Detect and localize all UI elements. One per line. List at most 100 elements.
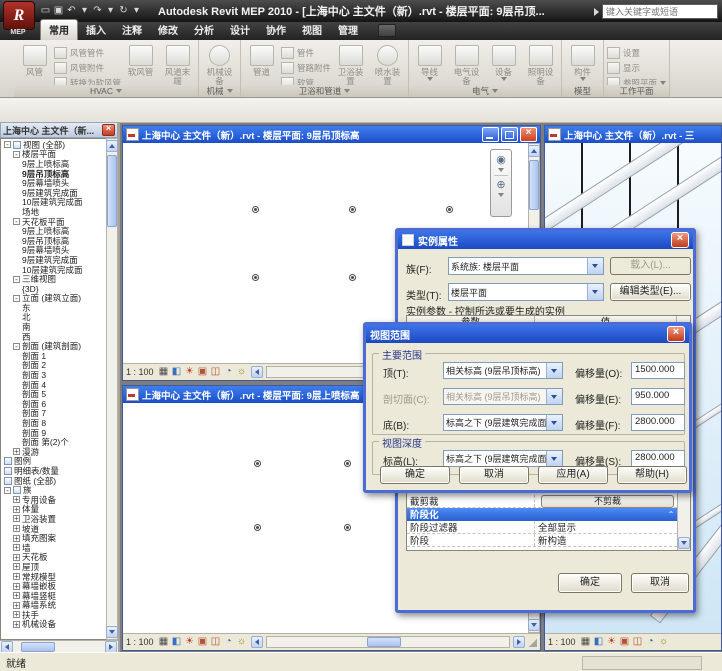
duct-fitting-button[interactable]: 风管管件 (54, 47, 121, 59)
tree-expander[interactable]: - (4, 141, 11, 148)
ribbon-tab[interactable]: 设计 (222, 20, 258, 40)
offset-input[interactable]: 1500.000 (631, 362, 685, 379)
ribbon-tab[interactable]: 注释 (114, 20, 150, 40)
ribbon-tab[interactable]: 协作 (258, 20, 294, 40)
tree-expander[interactable]: + (13, 611, 20, 618)
chevron-down-icon[interactable] (498, 168, 504, 172)
browser-vertical-scrollbar[interactable] (106, 138, 118, 640)
chevron-down-icon[interactable] (587, 258, 603, 274)
offset-input[interactable]: 950.000 (631, 388, 685, 405)
view-window-titlebar[interactable]: 上海中心 主文件（新）.rvt - 三 (545, 126, 721, 143)
crop-region-icon[interactable]: ▣ (619, 636, 631, 648)
sprinkler-symbol[interactable] (446, 206, 453, 213)
sprinkler-symbol[interactable] (254, 460, 261, 467)
close-icon[interactable] (671, 232, 689, 248)
tree-item[interactable]: + 机械设备 (1, 620, 106, 630)
dialog-button[interactable]: 确定 (380, 466, 450, 484)
family-select[interactable]: 系统族: 楼层平面 (448, 257, 604, 275)
tree-expander[interactable]: + (13, 525, 20, 532)
plumbing-panel-label[interactable]: 卫浴和管道 (241, 85, 408, 97)
crop-visibility-icon[interactable]: ◫ (210, 366, 222, 378)
tree-expander[interactable]: + (13, 621, 20, 628)
crop-region-icon[interactable]: ▣ (197, 366, 209, 378)
minimize-icon[interactable] (482, 127, 499, 142)
ribbon-tab[interactable]: 常用 (40, 19, 78, 40)
tree-expander[interactable]: - (13, 343, 20, 350)
ribbon-tab[interactable]: 管理 (330, 20, 366, 40)
mechanical-equipment-button[interactable]: 机械设备 (202, 42, 237, 86)
dialog-button[interactable]: 帮助(H) (617, 466, 687, 484)
tree-item[interactable]: 剖面 4 (1, 380, 106, 390)
shadows-icon[interactable]: ☀ (606, 636, 618, 648)
tree-expander[interactable]: - (4, 487, 11, 494)
scrollbar-thumb[interactable] (107, 155, 117, 227)
tree-expander[interactable]: + (13, 544, 20, 551)
scroll-down-icon[interactable] (678, 537, 690, 549)
ribbon-tab[interactable]: 视图 (294, 20, 330, 40)
view-scale[interactable]: 1 : 100 (548, 637, 576, 647)
chevron-down-icon[interactable] (546, 415, 562, 430)
tree-item[interactable]: 东 (1, 303, 106, 313)
scroll-down-icon[interactable] (106, 626, 118, 638)
crop-visibility-icon[interactable]: ◫ (210, 636, 222, 648)
show-work-plane-button[interactable]: 显示 (607, 62, 666, 74)
pipe-accessory-button[interactable]: 管路附件 (281, 62, 331, 74)
tree-item[interactable]: + 天花板 (1, 553, 106, 563)
work-plane-panel-label[interactable]: 工作平面 (604, 85, 669, 97)
property-row[interactable]: 阶段 新构造 (407, 534, 677, 547)
tree-item[interactable]: - 三维视图 (1, 274, 106, 284)
tree-item[interactable]: 北 (1, 313, 106, 323)
view-window-titlebar[interactable]: 上海中心 主文件（新）.rvt - 楼层平面: 9层吊顶标高 (123, 126, 540, 143)
tree-expander[interactable]: + (13, 506, 20, 513)
property-value-button[interactable]: 不剪裁 (541, 495, 674, 508)
undo-icon[interactable]: ↶ (66, 5, 77, 17)
device-button[interactable]: 设备 (486, 42, 521, 81)
tree-item[interactable]: + 幕墙系统 (1, 601, 106, 611)
duct-accessory-button[interactable]: 风管附件 (54, 62, 121, 74)
chevron-down-icon[interactable] (546, 389, 562, 404)
tree-item[interactable]: + 填充图案 (1, 533, 106, 543)
tree-item[interactable]: 剖面 6 (1, 399, 106, 409)
sprinkler-symbol[interactable] (344, 460, 351, 467)
model-graphics-style-icon[interactable]: ◧ (593, 636, 605, 648)
ribbon-options-icon[interactable] (378, 24, 396, 37)
dialog-button[interactable]: 取消 (459, 466, 529, 484)
scroll-left-icon[interactable] (251, 366, 263, 378)
tree-item[interactable]: 剖面 5 (1, 389, 106, 399)
browser-horizontal-scrollbar[interactable] (0, 640, 118, 652)
tree-item[interactable]: - 立面 (建筑立面) (1, 294, 106, 304)
revit-application-menu-button[interactable]: R (3, 1, 35, 30)
scroll-up-icon[interactable] (106, 140, 118, 152)
model-graphics-style-icon[interactable]: ◧ (171, 636, 183, 648)
wire-button[interactable]: 导线 (412, 42, 447, 81)
tree-expander[interactable]: - (13, 276, 20, 283)
undo-dropdown-icon[interactable]: ▾ (79, 5, 90, 17)
zoom-icon[interactable]: ⊕ (496, 179, 505, 192)
scroll-right-icon[interactable] (105, 641, 117, 653)
ribbon-tab[interactable]: 分析 (186, 20, 222, 40)
ribbon-tab[interactable]: 修改 (150, 20, 186, 40)
model-panel-label[interactable]: 模型 (562, 85, 603, 97)
tree-expander[interactable]: + (13, 583, 20, 590)
chevron-down-icon[interactable] (546, 451, 562, 466)
tree-item[interactable]: - 剖面 (建筑剖面) (1, 341, 106, 351)
view-scale[interactable]: 1 : 100 (126, 367, 154, 377)
view-scale[interactable]: 1 : 100 (126, 637, 154, 647)
scrollbar-thumb[interactable] (367, 637, 401, 647)
cancel-button[interactable]: 取消 (631, 573, 689, 593)
electrical-panel-label[interactable]: 电气 (409, 85, 561, 97)
pipe-fitting-button[interactable]: 管件 (281, 47, 331, 59)
shadows-icon[interactable]: ☀ (184, 366, 196, 378)
dialog-titlebar[interactable]: 视图范围 (366, 325, 689, 343)
plumbing-fixture-button[interactable]: 卫浴装置 (333, 42, 368, 86)
tree-item[interactable]: 剖面 2 (1, 361, 106, 371)
offset-input[interactable]: 2800.000 (631, 414, 685, 431)
detail-level-icon[interactable]: ▦ (158, 366, 170, 378)
tree-item[interactable]: 10层建筑完成面 (1, 198, 106, 208)
sprinkler-symbol[interactable] (252, 206, 259, 213)
detail-level-icon[interactable]: ▦ (580, 636, 592, 648)
tree-item[interactable]: 剖面 8 (1, 418, 106, 428)
ok-button[interactable]: 确定 (558, 573, 622, 593)
tree-item[interactable]: + 卫浴装置 (1, 514, 106, 524)
tree-expander[interactable]: + (13, 563, 20, 570)
